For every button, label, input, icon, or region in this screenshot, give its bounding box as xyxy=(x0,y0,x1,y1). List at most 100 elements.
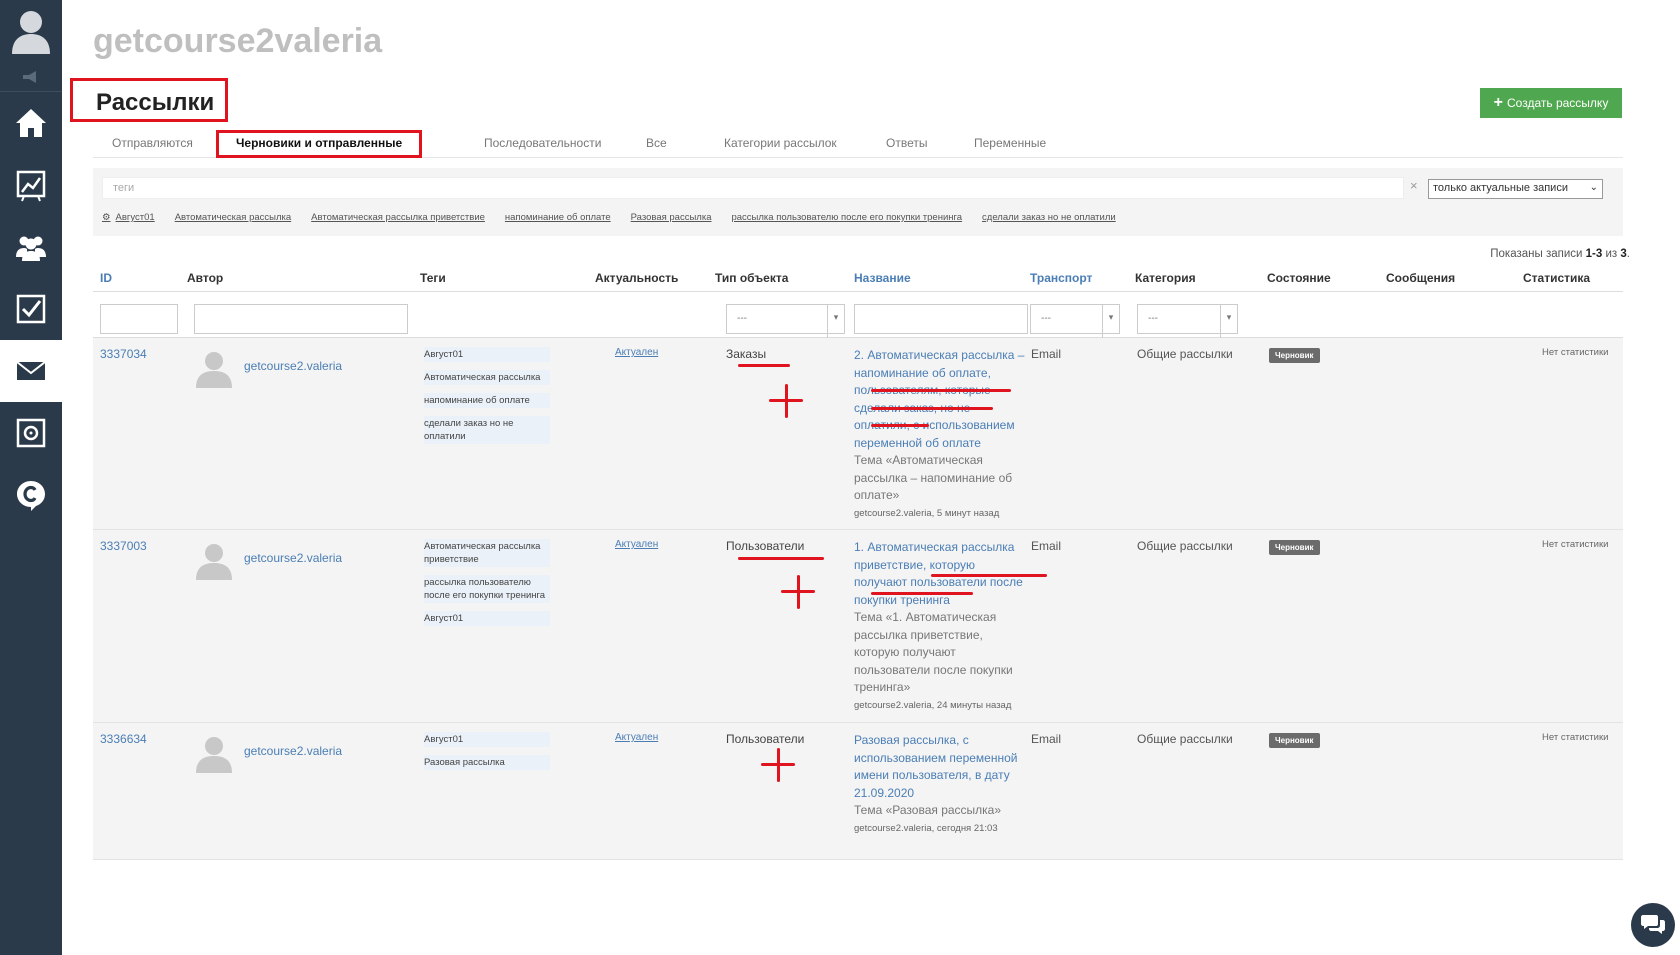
row-tags: Август01 Разовая рассылка xyxy=(424,732,550,778)
type-filter-select[interactable]: --- xyxy=(726,304,845,340)
red-underline-annotation xyxy=(871,592,973,595)
row-id[interactable]: 3336634 xyxy=(100,732,147,746)
col-messages: Сообщения xyxy=(1386,271,1456,285)
tab-sequences[interactable]: Последовательности xyxy=(484,136,601,150)
row-category: Общие рассылки xyxy=(1137,732,1233,746)
row-name[interactable]: 1. Автоматическая рассылка приветствие, … xyxy=(854,539,1026,714)
home-icon xyxy=(16,109,46,137)
sidebar-item-users[interactable] xyxy=(0,216,62,278)
row-stats: Нет статистики xyxy=(1542,539,1609,550)
col-author: Автор xyxy=(187,271,224,285)
tab-drafts-and-sent[interactable]: Черновики и отправленные xyxy=(216,130,423,158)
col-transport[interactable]: Транспорт xyxy=(1030,271,1092,285)
red-plus-annotation xyxy=(781,575,827,609)
sidebar-item-getcourse[interactable] xyxy=(0,464,62,526)
red-underline-annotation xyxy=(871,424,929,427)
red-underline-annotation xyxy=(871,389,1011,392)
chart-icon xyxy=(16,170,46,202)
row-type: Пользователи xyxy=(726,539,805,553)
row-author[interactable]: getcourse2.valeria xyxy=(244,551,342,565)
create-mailing-button[interactable]: + Создать рассылку xyxy=(1480,88,1622,118)
sidebar-item-tasks[interactable] xyxy=(0,278,62,340)
col-name[interactable]: Название xyxy=(854,271,911,285)
tag-chip[interactable]: рассылка пользователю после его покупки … xyxy=(731,212,962,223)
row-stats: Нет статистики xyxy=(1542,732,1609,743)
tab-replies[interactable]: Ответы xyxy=(886,136,927,150)
row-name[interactable]: 2. Автоматическая рассылка – напоминание… xyxy=(854,347,1026,522)
col-id[interactable]: ID xyxy=(100,271,112,285)
category-filter-select[interactable]: --- xyxy=(1137,304,1238,340)
plus-icon: + xyxy=(1493,94,1504,111)
row-tag: Разовая рассылка xyxy=(424,755,550,770)
table-row[interactable]: 3337034 getcourse2.valeria Август01 Авто… xyxy=(93,338,1623,530)
column-filters: --- --- --- xyxy=(93,292,1623,340)
row-stats: Нет статистики xyxy=(1542,347,1609,358)
tag-chip[interactable]: напоминание об оплате xyxy=(505,212,611,223)
megaphone-icon xyxy=(23,70,36,83)
col-stats: Статистика xyxy=(1523,271,1591,285)
row-tag: сделали заказ но не оплатили xyxy=(424,416,550,444)
sidebar-item-home[interactable] xyxy=(0,92,62,154)
row-category: Общие рассылки xyxy=(1137,347,1233,361)
id-filter-input[interactable] xyxy=(100,304,178,334)
user-icon xyxy=(12,11,50,54)
col-state: Состояние xyxy=(1267,271,1331,285)
row-transport: Email xyxy=(1031,539,1062,553)
table-row[interactable]: 3336634 getcourse2.valeria Август01 Разо… xyxy=(93,723,1623,860)
row-tag: Август01 xyxy=(424,732,550,747)
safe-icon xyxy=(16,418,46,448)
row-id[interactable]: 3337034 xyxy=(100,347,147,361)
user-avatar[interactable] xyxy=(0,0,62,62)
row-name[interactable]: Разовая рассылка, с использованием перем… xyxy=(854,732,1026,837)
transport-filter-select[interactable]: --- xyxy=(1030,304,1120,340)
tags-filter-input[interactable]: теги xyxy=(102,177,1404,199)
actual-records-select[interactable]: только актуальные записи ⌄ xyxy=(1428,179,1603,199)
notifications-toggle[interactable] xyxy=(0,62,62,92)
tab-variables[interactable]: Переменные xyxy=(974,136,1046,150)
school-name: getcourse2valeria xyxy=(93,22,383,60)
name-filter-input[interactable] xyxy=(854,304,1028,334)
chat-button[interactable] xyxy=(1631,903,1675,947)
sidebar-item-mailings[interactable] xyxy=(0,340,62,402)
author-filter-input[interactable] xyxy=(194,304,408,334)
row-type: Заказы xyxy=(726,347,767,361)
row-transport: Email xyxy=(1031,732,1062,746)
tab-categories[interactable]: Категории рассылок xyxy=(724,136,837,150)
gear-icon: ⚙ xyxy=(102,212,111,223)
avatar-icon xyxy=(196,737,232,773)
getcourse-logo-icon xyxy=(17,481,45,511)
tag-chip[interactable]: сделали заказ но не оплатили xyxy=(982,212,1116,223)
tab-all[interactable]: Все xyxy=(646,136,667,150)
row-tag: напоминание об оплате xyxy=(424,393,550,408)
row-type: Пользователи xyxy=(726,732,805,746)
mailings-table: ID Автор Теги Актуальность Тип объекта Н… xyxy=(93,268,1623,860)
table-header: ID Автор Теги Актуальность Тип объекта Н… xyxy=(93,268,1623,292)
col-tags: Теги xyxy=(420,271,446,285)
status-badge: Черновик xyxy=(1269,348,1320,363)
row-actual-link[interactable]: Актуален xyxy=(615,347,658,358)
row-author[interactable]: getcourse2.valeria xyxy=(244,359,342,373)
row-tags: Автоматическая рассылка приветствие расс… xyxy=(424,539,550,634)
sidebar-item-sales[interactable] xyxy=(0,402,62,464)
checkbox-icon xyxy=(16,294,46,324)
table-row[interactable]: 3337003 getcourse2.valeria Автоматическа… xyxy=(93,530,1623,723)
row-id[interactable]: 3337003 xyxy=(100,539,147,553)
sidebar-item-reports[interactable] xyxy=(0,154,62,216)
row-author[interactable]: getcourse2.valeria xyxy=(244,744,342,758)
avatar-icon xyxy=(196,544,232,580)
tab-sending[interactable]: Отправляются xyxy=(112,136,193,150)
tag-chip[interactable]: ⚙ Август01 xyxy=(102,212,155,223)
row-actual-link[interactable]: Актуален xyxy=(615,732,658,743)
tag-chip[interactable]: Разовая рассылка xyxy=(631,212,712,223)
row-actual-link[interactable]: Актуален xyxy=(615,539,658,550)
clear-icon[interactable]: × xyxy=(1410,178,1418,193)
filter-panel: теги × только актуальные записи ⌄ ⚙ Авгус… xyxy=(93,168,1623,236)
main-content: getcourse2valeria Рассылки + Создать рас… xyxy=(62,0,1680,955)
tag-chip[interactable]: Автоматическая рассылка xyxy=(175,212,291,223)
col-category: Категория xyxy=(1135,271,1196,285)
tag-chip[interactable]: Автоматическая рассылка приветствие xyxy=(311,212,485,223)
row-tag: рассылка пользователю после его покупки … xyxy=(424,575,550,603)
row-tag: Автоматическая рассылка приветствие xyxy=(424,539,550,567)
avatar-icon xyxy=(196,352,232,388)
red-plus-annotation xyxy=(769,384,803,418)
